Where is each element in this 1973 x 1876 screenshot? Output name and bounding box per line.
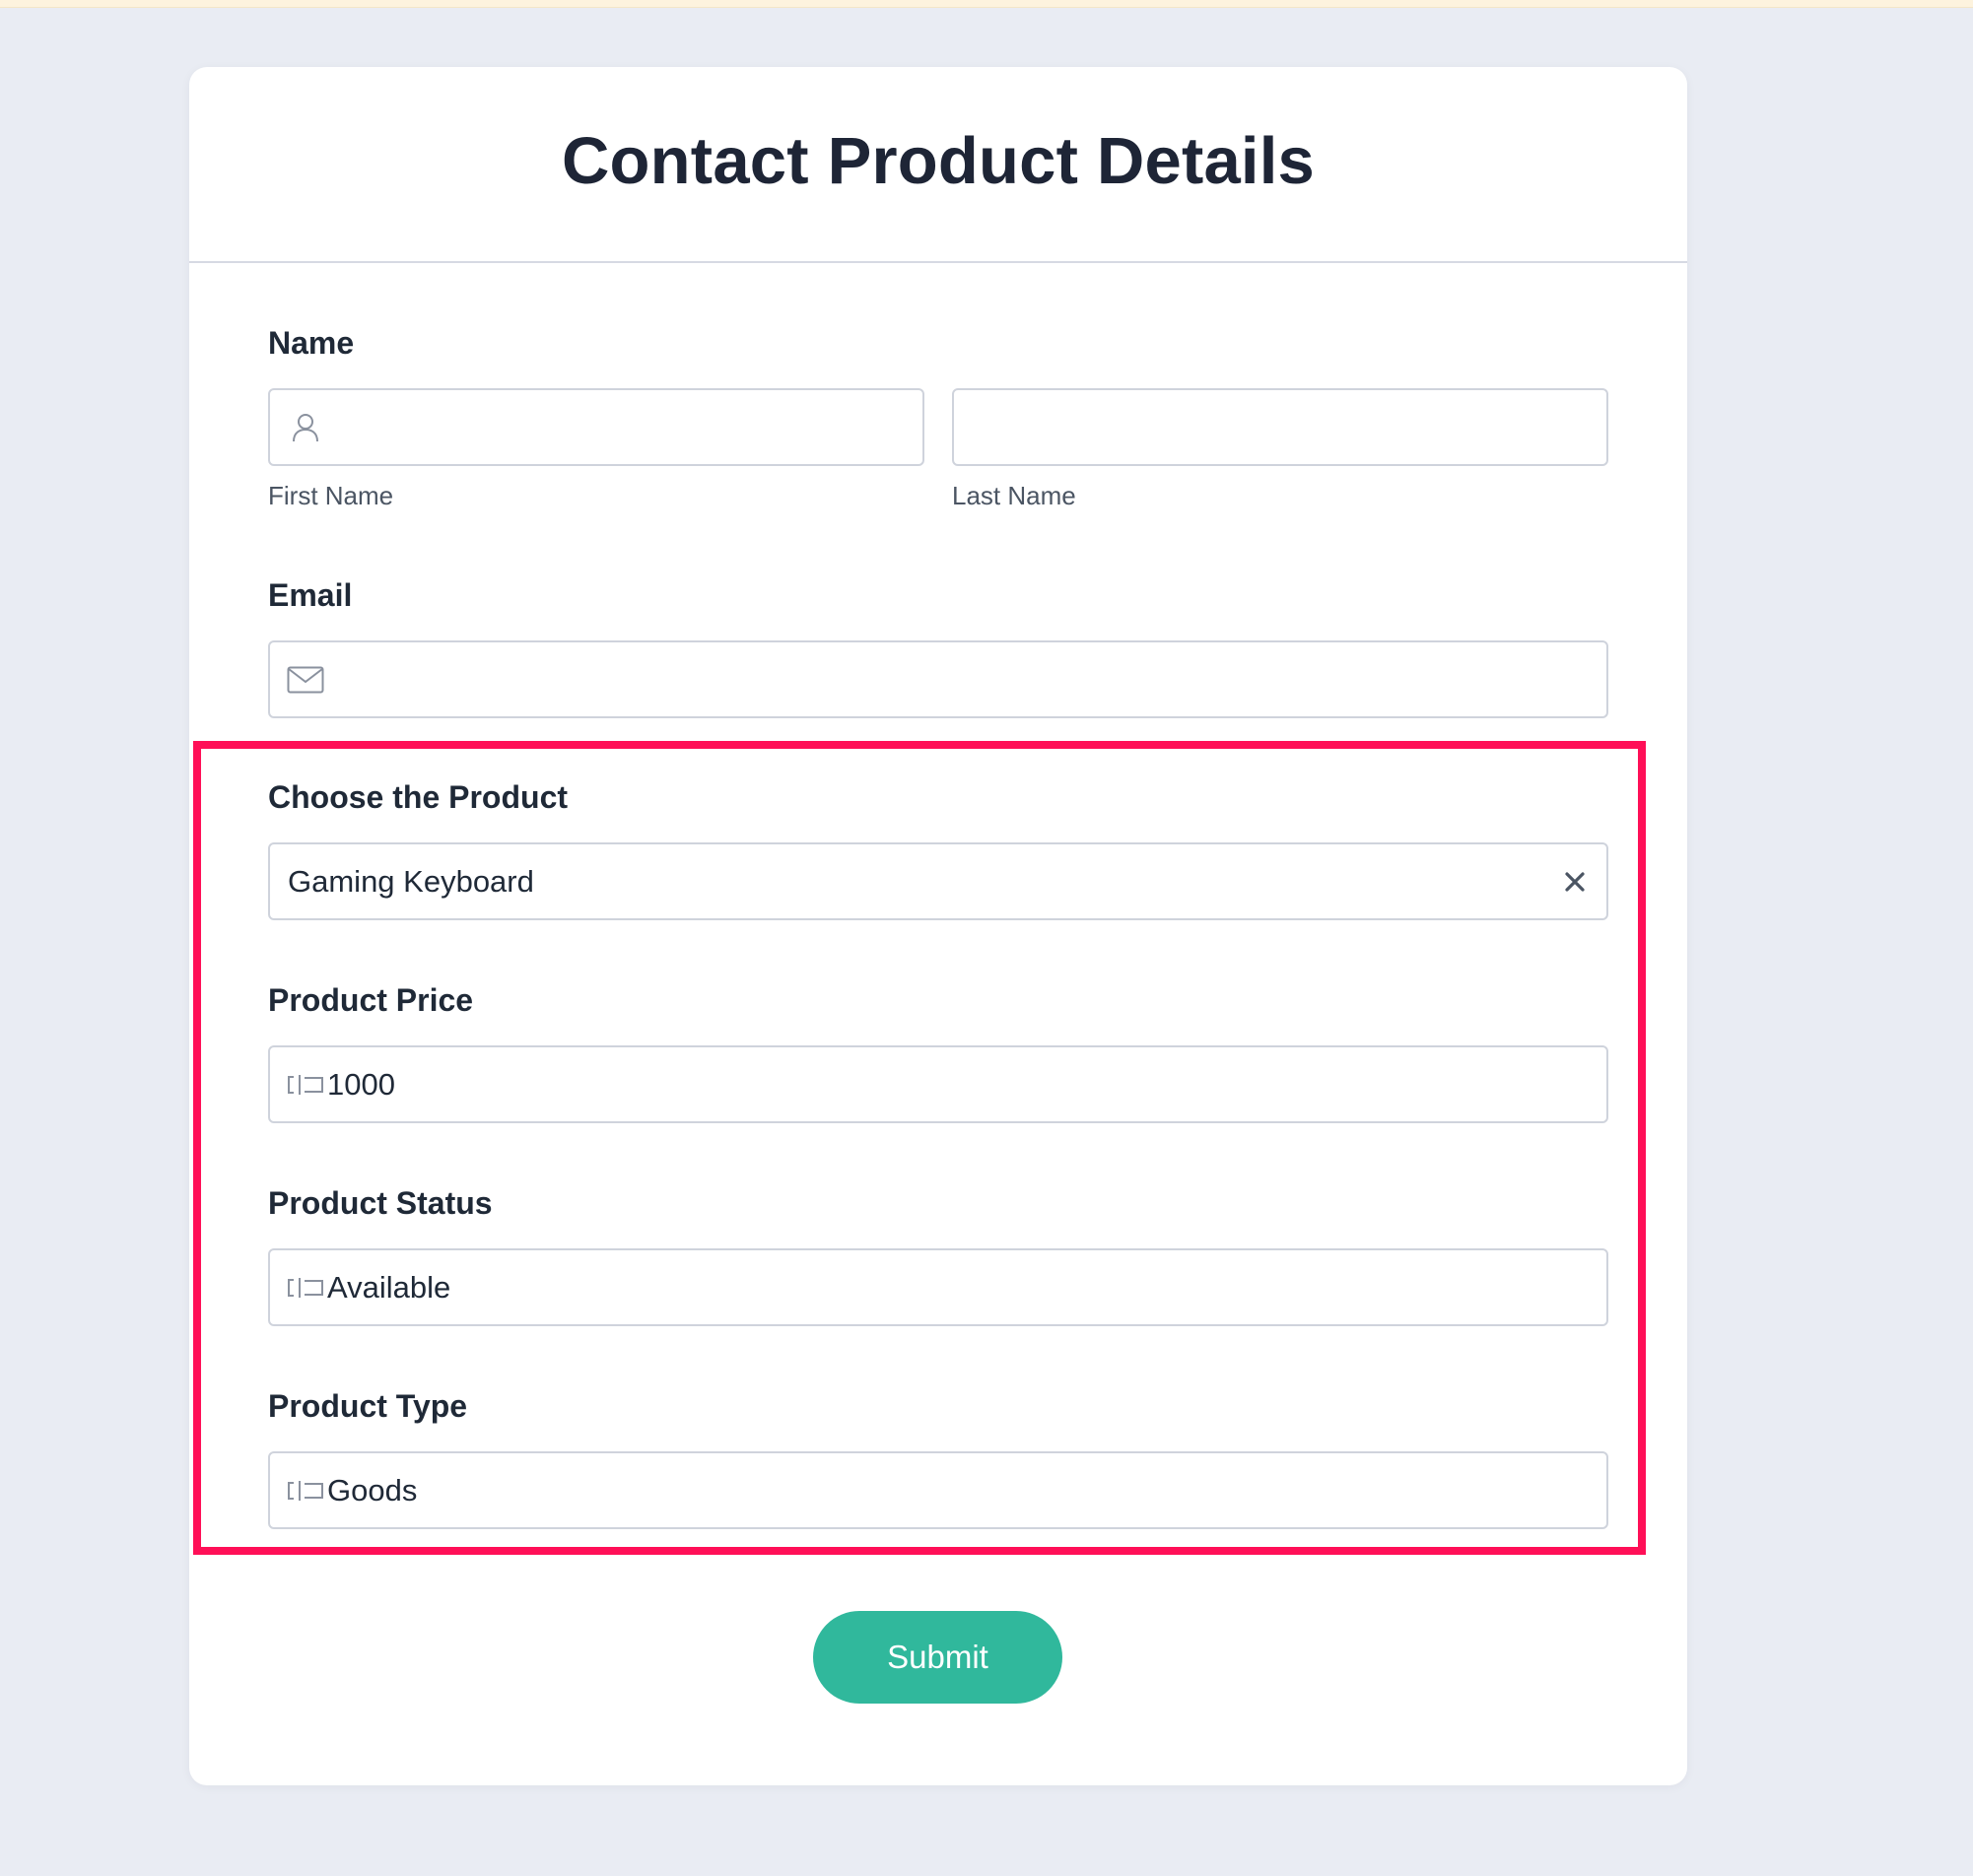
product-price-field[interactable] bbox=[268, 1045, 1608, 1123]
form-header: Contact Product Details bbox=[189, 67, 1687, 263]
product-type-field[interactable] bbox=[268, 1451, 1608, 1529]
email-input[interactable] bbox=[270, 642, 1606, 716]
form-card: Contact Product Details Name First Name … bbox=[189, 67, 1687, 1785]
last-name-input[interactable] bbox=[954, 390, 1606, 464]
close-icon[interactable] bbox=[1557, 864, 1593, 900]
submit-button[interactable]: Submit bbox=[813, 1611, 1062, 1704]
product-status-field[interactable] bbox=[268, 1248, 1608, 1326]
first-name-input[interactable] bbox=[270, 390, 922, 464]
page-title: Contact Product Details bbox=[561, 124, 1316, 198]
product-status-label: Product Status bbox=[268, 1185, 493, 1221]
first-name-sublabel: First Name bbox=[268, 481, 394, 510]
product-type-input[interactable] bbox=[270, 1453, 1606, 1527]
product-price-input[interactable] bbox=[270, 1047, 1606, 1121]
product-select-value[interactable] bbox=[270, 844, 1606, 918]
email-field[interactable] bbox=[268, 640, 1608, 718]
email-label: Email bbox=[268, 577, 353, 613]
product-select[interactable] bbox=[268, 842, 1608, 920]
last-name-sublabel: Last Name bbox=[952, 481, 1076, 510]
name-label: Name bbox=[268, 325, 355, 361]
product-price-label: Product Price bbox=[268, 982, 474, 1018]
first-name-field[interactable] bbox=[268, 388, 924, 466]
top-banner-strip bbox=[0, 0, 1973, 8]
last-name-field[interactable] bbox=[952, 388, 1608, 466]
product-type-label: Product Type bbox=[268, 1388, 468, 1424]
choose-product-label: Choose the Product bbox=[268, 779, 569, 815]
product-status-input[interactable] bbox=[270, 1250, 1606, 1324]
